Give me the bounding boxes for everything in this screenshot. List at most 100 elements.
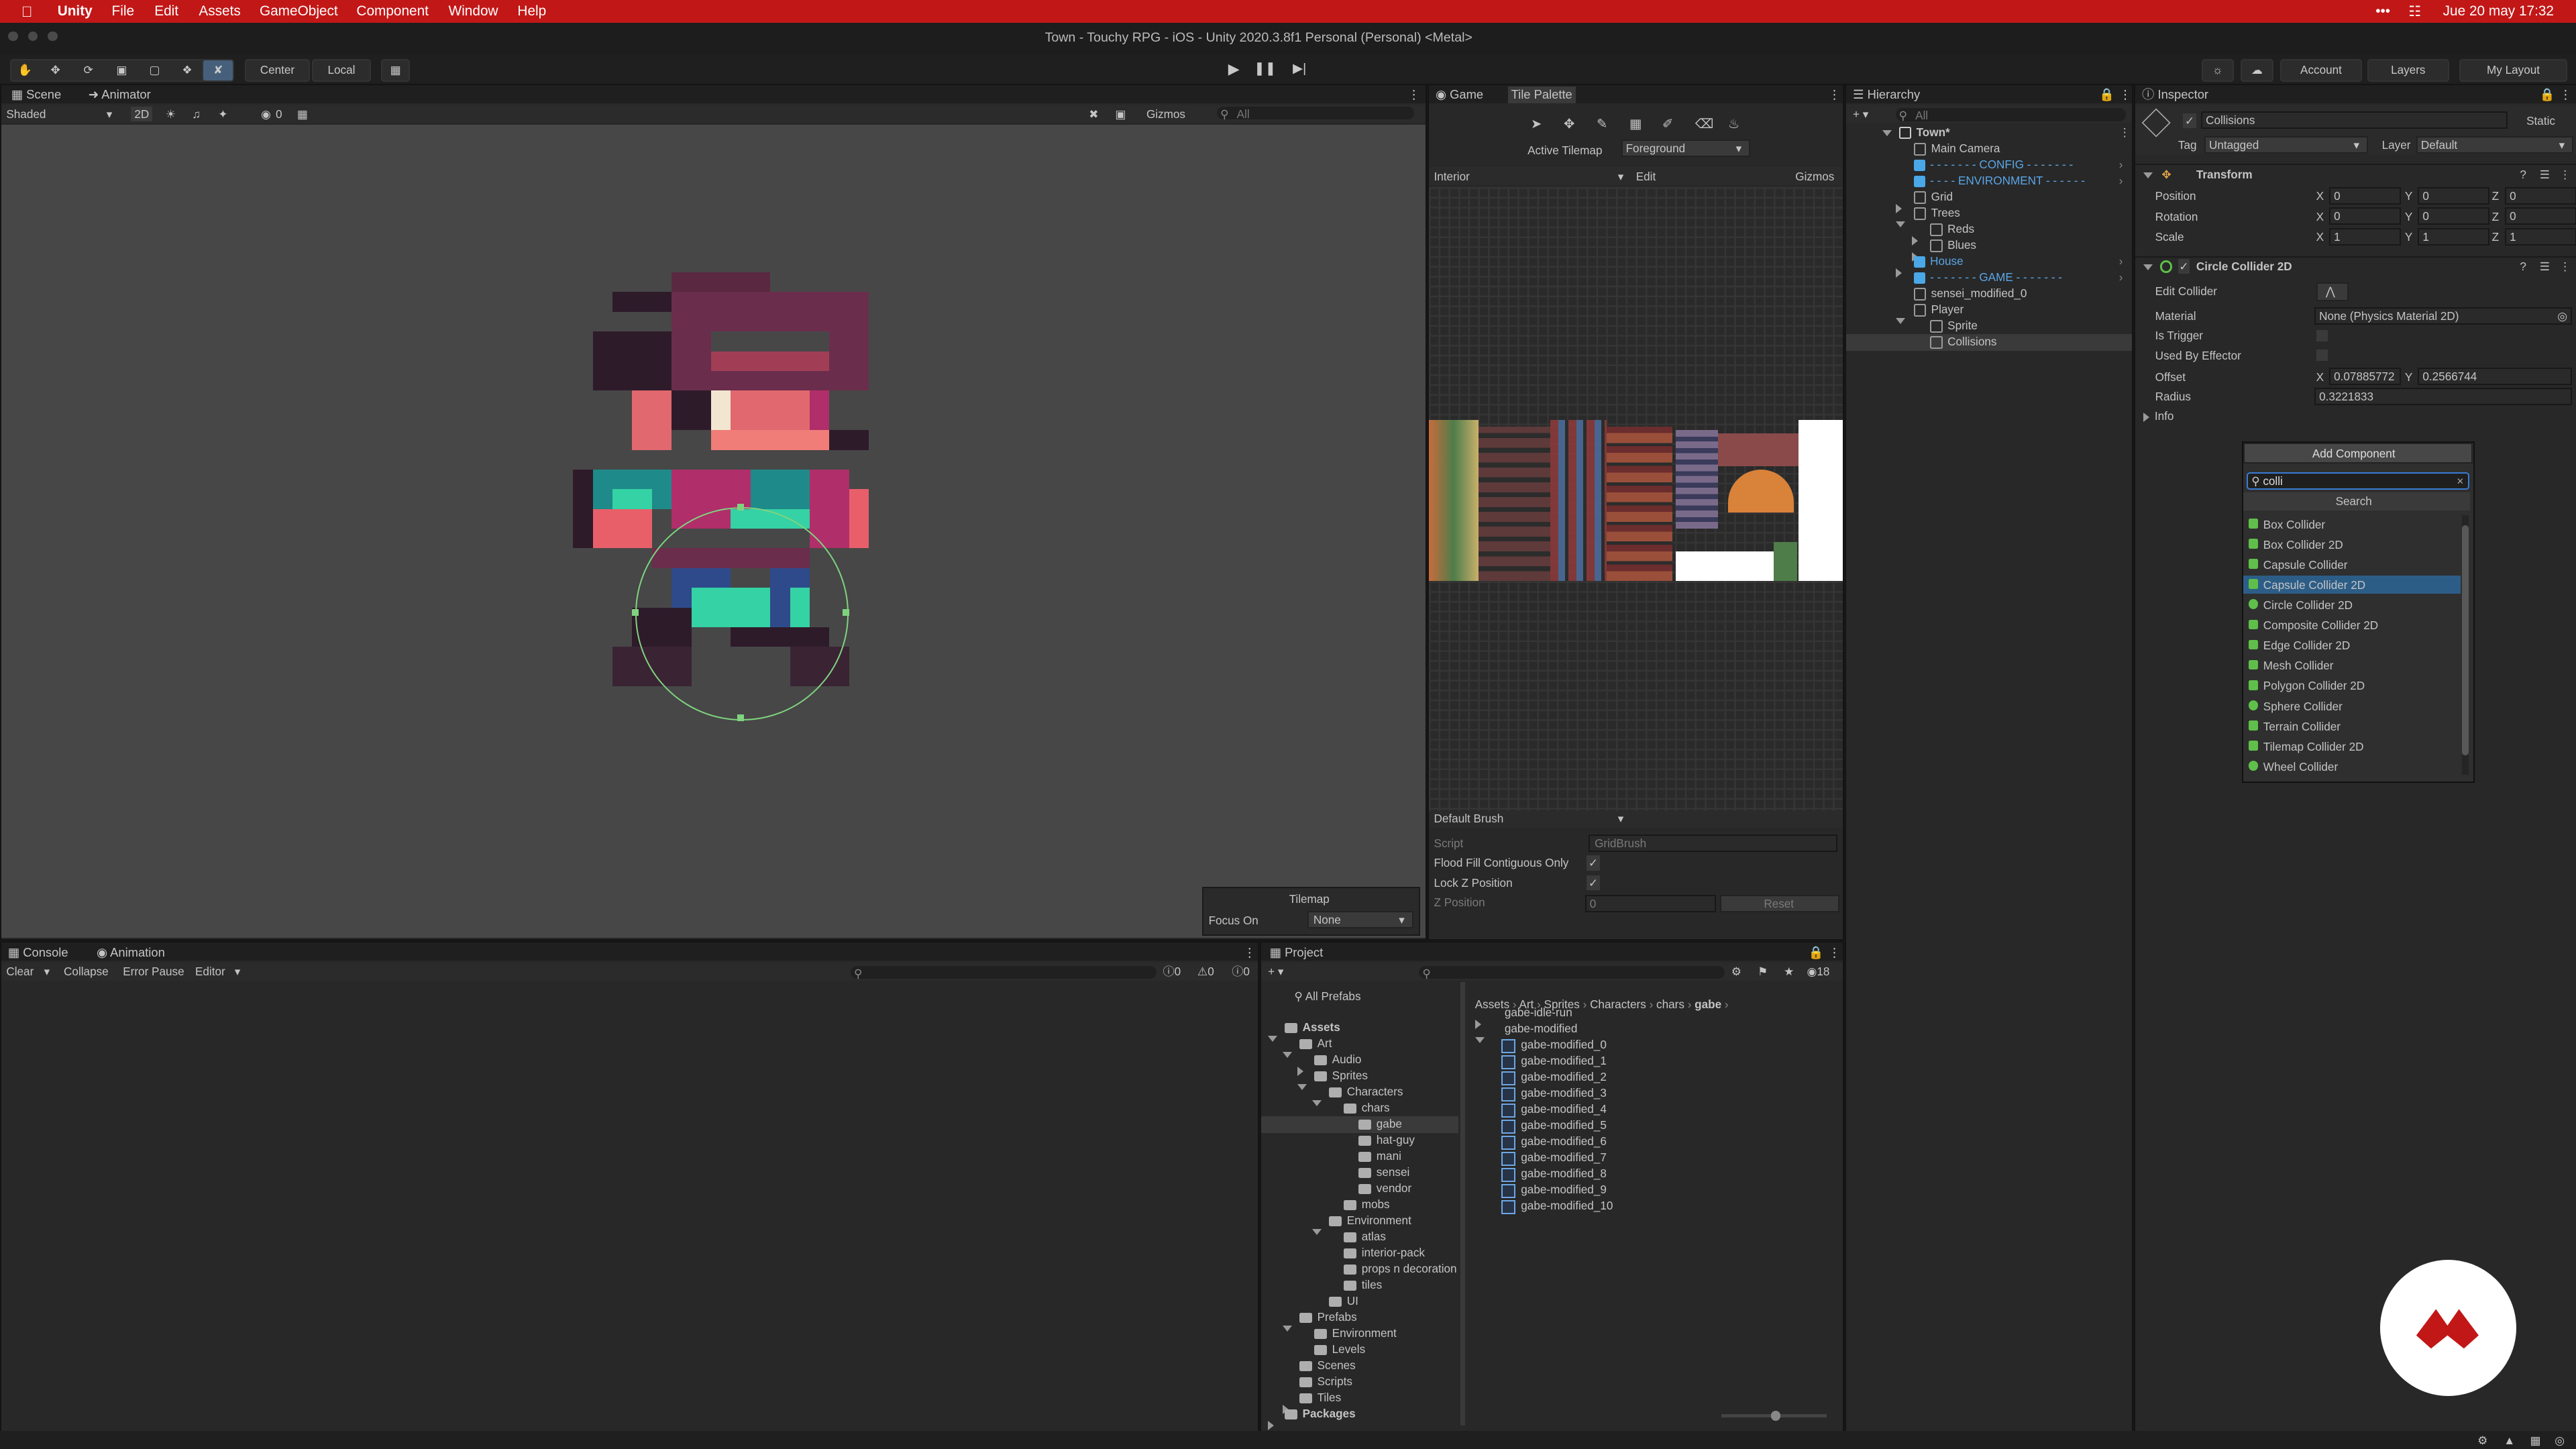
- tab-scene[interactable]: ▦ Scene: [11, 87, 62, 103]
- filter-label-icon[interactable]: ⚑: [1758, 964, 1768, 979]
- panel-menu-icon[interactable]: ⋮: [1828, 87, 1840, 103]
- offset-y-field[interactable]: 0.2566744: [2418, 368, 2572, 386]
- lock-icon[interactable]: 🔒: [2540, 87, 2555, 103]
- project-folder[interactable]: Art: [1261, 1036, 1458, 1058]
- project-folder[interactable]: Audio: [1261, 1052, 1458, 1076]
- help-icon[interactable]: ?: [2520, 259, 2526, 274]
- collab-icon[interactable]: ☼: [2201, 59, 2234, 82]
- component-result-item[interactable]: Capsule Collider: [2243, 555, 2460, 574]
- project-folder[interactable]: Levels: [1261, 1342, 1458, 1358]
- component-result-item[interactable]: Wheel Collider: [2243, 758, 2460, 776]
- error-pause-button[interactable]: Error Pause: [123, 964, 184, 979]
- palette-dropdown[interactable]: Interior: [1434, 169, 1470, 184]
- project-folder[interactable]: mobs: [1261, 1197, 1458, 1213]
- static-toggle[interactable]: Static: [2526, 113, 2555, 128]
- scene-search-input[interactable]: ⚲ All: [1217, 106, 1415, 121]
- favorite-icon[interactable]: ★: [1784, 964, 1794, 979]
- hidden-packages-count[interactable]: ◉18: [1807, 964, 1829, 979]
- tab-animator[interactable]: ➜ Animator: [89, 87, 151, 103]
- project-folder[interactable]: atlas: [1261, 1229, 1458, 1245]
- paint-brush-icon[interactable]: ✎: [1597, 116, 1607, 132]
- pause-button[interactable]: ❚❚: [1252, 59, 1278, 78]
- scene-menu-icon[interactable]: ⋮: [2119, 125, 2131, 140]
- hierarchy-row[interactable]: Collisions: [1846, 334, 2133, 351]
- circle-collider-header[interactable]: ✓ Circle Collider 2D ? ☰ ⋮: [2135, 256, 2576, 276]
- chevron-right-icon[interactable]: ›: [2119, 157, 2123, 172]
- rotation-x-field[interactable]: 0: [2329, 207, 2402, 225]
- hierarchy-row[interactable]: Grid: [1846, 189, 2132, 213]
- hierarchy-scene-row[interactable]: Town* ⋮: [1846, 125, 2132, 141]
- layers-dropdown[interactable]: Layers: [2367, 59, 2449, 82]
- grid-icon[interactable]: ▦: [297, 107, 308, 121]
- brush-dropdown[interactable]: Default Brush: [1434, 811, 1504, 826]
- eraser-icon[interactable]: ⌫: [1695, 116, 1714, 132]
- console-log-area[interactable]: [1, 982, 1258, 1431]
- sprite-sheet-item[interactable]: gabe-idle-run: [1474, 1005, 1837, 1029]
- material-field[interactable]: None (Physics Material 2D) ◎: [2314, 307, 2572, 325]
- tab-hierarchy[interactable]: ☰ Hierarchy: [1853, 87, 1920, 103]
- space-toggle[interactable]: Local: [312, 59, 371, 82]
- component-result-item[interactable]: Composite Collider 2D: [2243, 616, 2460, 635]
- sprite-item[interactable]: gabe-modified_3: [1501, 1085, 1830, 1102]
- tab-inspector[interactable]: ⓘ Inspector: [2142, 87, 2208, 103]
- component-result-item[interactable]: Box Collider: [2243, 515, 2460, 533]
- menu-file[interactable]: File: [112, 3, 135, 19]
- project-folder[interactable]: Environment: [1261, 1326, 1458, 1342]
- flood-fill-checkbox[interactable]: ✓: [1587, 855, 1600, 871]
- scale-tool-icon[interactable]: ▣: [116, 60, 127, 80]
- sprite-item[interactable]: gabe-modified_6: [1501, 1134, 1830, 1150]
- project-folder[interactable]: hat-guy: [1261, 1132, 1458, 1148]
- warning-count[interactable]: ⚠0: [1197, 964, 1214, 979]
- step-button[interactable]: ▶|: [1287, 59, 1313, 78]
- edit-collider-button[interactable]: ⋀: [2316, 282, 2349, 302]
- sprite-item[interactable]: gabe-modified_9: [1501, 1182, 1830, 1198]
- chevron-down-icon[interactable]: ▾: [44, 964, 50, 979]
- project-folder[interactable]: Sprites: [1261, 1068, 1458, 1090]
- rect-tool-icon[interactable]: ▢: [149, 60, 160, 80]
- scene-viewport[interactable]: Tilemap Focus On None ▾: [1, 124, 1426, 938]
- panel-menu-icon[interactable]: ⋮: [2559, 87, 2571, 103]
- project-folder[interactable]: chars: [1261, 1100, 1458, 1122]
- project-folder[interactable]: Scripts: [1261, 1374, 1458, 1390]
- position-z-field[interactable]: 0: [2505, 186, 2576, 205]
- zoom-slider[interactable]: [1721, 1411, 1827, 1421]
- clock[interactable]: Jue 20 may 17:32: [2443, 3, 2554, 19]
- hierarchy-row[interactable]: - - - - - - - GAME - - - - - - - ›: [1846, 270, 2132, 286]
- project-folder[interactable]: props n decoration: [1261, 1261, 1458, 1277]
- hand-tool-icon[interactable]: ✋: [17, 60, 32, 80]
- console-search-input[interactable]: ⚲: [851, 965, 1157, 980]
- tab-game[interactable]: ◉ Game: [1436, 87, 1483, 103]
- component-result-item[interactable]: Circle Collider 2D: [2243, 596, 2460, 614]
- picker-icon[interactable]: ✐: [1662, 116, 1673, 132]
- app-menu[interactable]: Unity: [58, 3, 93, 19]
- sprite-item[interactable]: gabe-modified_5: [1501, 1118, 1830, 1134]
- all-prefabs-item[interactable]: ⚲ All Prefabs: [1294, 989, 1360, 1004]
- create-asset-button[interactable]: + ▾: [1268, 964, 1283, 979]
- menu-edit[interactable]: Edit: [154, 3, 178, 19]
- gizmos-dropdown[interactable]: Gizmos: [1146, 107, 1185, 121]
- hierarchy-row[interactable]: - - - - - - - CONFIG - - - - - - - ›: [1846, 157, 2132, 173]
- close-window-button[interactable]: [8, 31, 18, 42]
- hierarchy-row[interactable]: sensei_modified_0: [1846, 286, 2132, 302]
- fill-icon[interactable]: ♨: [1728, 116, 1740, 132]
- rotation-z-field[interactable]: 0: [2505, 207, 2576, 225]
- menu-window[interactable]: Window: [449, 3, 498, 19]
- tab-project[interactable]: ▦ Project: [1270, 945, 1324, 961]
- active-tilemap-dropdown[interactable]: Foreground ▾: [1621, 139, 1751, 157]
- z-position-field[interactable]: 0: [1585, 895, 1716, 913]
- scale-x-field[interactable]: 1: [2329, 227, 2402, 246]
- project-folder[interactable]: Scenes: [1261, 1358, 1458, 1374]
- sprite-item[interactable]: gabe-modified_10: [1501, 1198, 1830, 1214]
- project-folder[interactable]: Assets: [1261, 1020, 1458, 1042]
- debug-icon[interactable]: ⚙: [2477, 1433, 2487, 1448]
- preset-icon[interactable]: ☰: [2540, 259, 2550, 274]
- lock-icon[interactable]: 🔒: [1809, 945, 1824, 961]
- hierarchy-row[interactable]: Main Camera: [1846, 141, 2132, 157]
- hierarchy-row[interactable]: Trees: [1846, 205, 2132, 227]
- project-search-input[interactable]: ⚲: [1419, 965, 1725, 980]
- hierarchy-row[interactable]: Sprite: [1846, 318, 2132, 334]
- component-menu-icon[interactable]: ⋮: [2559, 167, 2571, 182]
- zoom-window-button[interactable]: [48, 31, 58, 42]
- reset-button[interactable]: Reset: [1719, 895, 1839, 913]
- menu-component[interactable]: Component: [356, 3, 429, 19]
